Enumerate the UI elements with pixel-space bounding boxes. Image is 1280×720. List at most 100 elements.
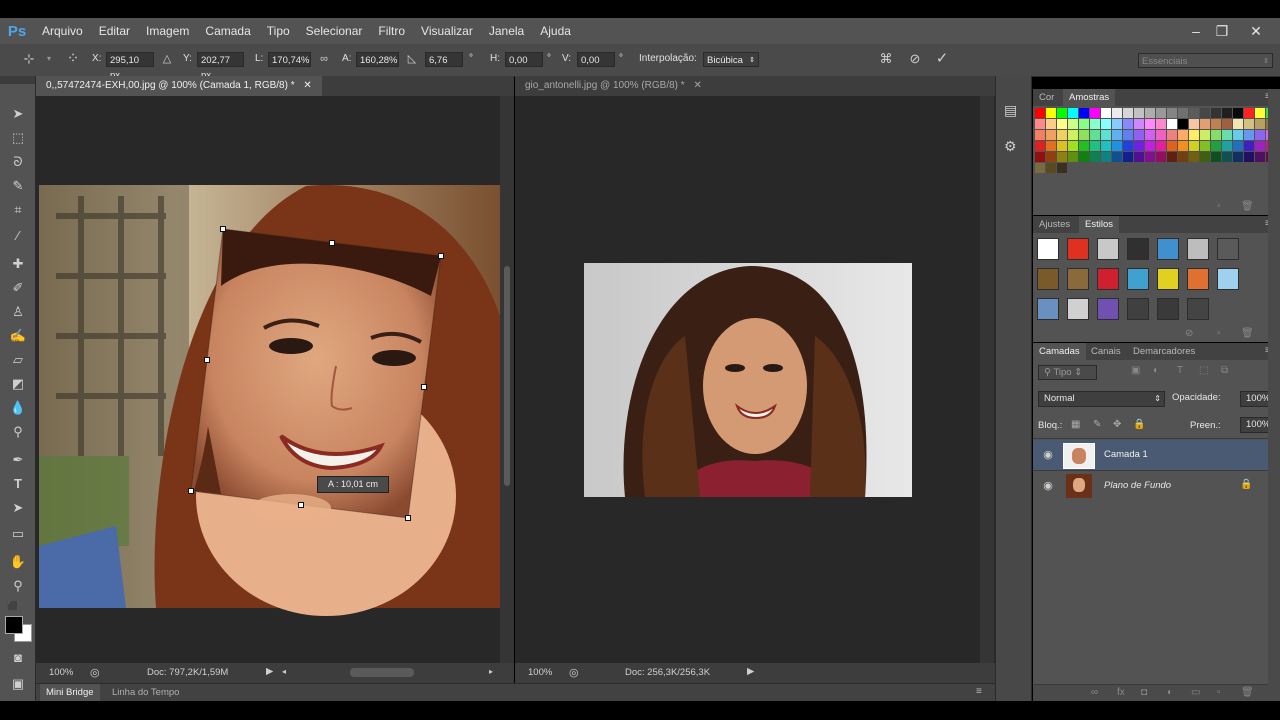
link-layers-icon[interactable]: ∞ — [1091, 687, 1098, 698]
menu-ajuda[interactable]: Ajuda — [532, 24, 579, 38]
color-swatch[interactable] — [1156, 130, 1166, 140]
color-swatch[interactable] — [1167, 119, 1177, 129]
color-swatch[interactable] — [1233, 152, 1243, 162]
color-swatch[interactable] — [1222, 108, 1232, 118]
color-swatch[interactable] — [1046, 119, 1056, 129]
layer-name-plano-de-fundo[interactable]: Plano de Fundo — [1104, 480, 1171, 491]
delete-style-icon[interactable]: 🗑 — [1241, 328, 1254, 339]
color-swatch[interactable] — [1068, 152, 1078, 162]
color-swatch[interactable] — [1222, 152, 1232, 162]
color-swatch[interactable] — [1233, 141, 1243, 151]
blur-tool-icon[interactable]: 💧 — [7, 398, 29, 418]
dodge-tool-icon[interactable]: ⚲ — [7, 422, 29, 442]
menu-imagem[interactable]: Imagem — [138, 24, 197, 38]
color-swatch[interactable] — [1057, 119, 1067, 129]
menu-editar[interactable]: Editar — [91, 24, 138, 38]
color-swatch[interactable] — [1211, 141, 1221, 151]
color-swatch[interactable] — [1211, 108, 1221, 118]
color-swatch[interactable] — [1101, 119, 1111, 129]
doc1-zoom[interactable]: 100% — [49, 667, 73, 678]
color-swatch[interactable] — [1211, 119, 1221, 129]
lasso-tool-icon[interactable]: ᘐ — [7, 152, 29, 172]
pen-tool-icon[interactable]: ✒ — [7, 450, 29, 470]
color-swatch[interactable] — [1244, 141, 1254, 151]
close-button[interactable]: ✕ — [1242, 18, 1270, 44]
color-swatch[interactable] — [1035, 108, 1045, 118]
transform-tool-icon[interactable]: ⊹ — [20, 50, 38, 68]
color-swatch[interactable] — [1068, 119, 1078, 129]
color-swatch[interactable] — [1035, 163, 1045, 173]
color-swatch[interactable] — [1079, 119, 1089, 129]
panels-scroll-gutter[interactable] — [1268, 89, 1280, 701]
style-preset[interactable] — [1157, 268, 1179, 290]
doc2-status-icon[interactable]: ◎ — [569, 666, 579, 679]
filter-adjustment-icon[interactable]: ◐ — [1153, 365, 1159, 376]
mini-bridge-tab[interactable]: Mini Bridge — [40, 684, 100, 702]
filter-smart-icon[interactable]: ⧉ — [1221, 365, 1228, 376]
style-preset[interactable] — [1157, 238, 1179, 260]
menu-arquivo[interactable]: Arquivo — [34, 24, 91, 38]
color-swatch[interactable] — [1200, 119, 1210, 129]
style-preset[interactable] — [1217, 238, 1239, 260]
color-swatch[interactable] — [1057, 108, 1067, 118]
color-swatch[interactable] — [1167, 141, 1177, 151]
color-swatch[interactable] — [1211, 130, 1221, 140]
color-swatch[interactable] — [1046, 152, 1056, 162]
style-preset[interactable] — [1127, 268, 1149, 290]
color-swatch[interactable] — [1189, 108, 1199, 118]
menu-filtro[interactable]: Filtro — [370, 24, 413, 38]
doc2-canvas[interactable] — [515, 96, 995, 663]
color-swatch[interactable] — [1167, 130, 1177, 140]
layer-row-plano-de-fundo[interactable]: ◉ Plano de Fundo 🔒 — [1033, 470, 1268, 500]
menu-selecionar[interactable]: Selecionar — [298, 24, 371, 38]
color-swatch[interactable] — [1101, 152, 1111, 162]
healing-brush-tool-icon[interactable]: ✚ — [7, 254, 29, 274]
doc1-canvas[interactable]: A : 10,01 cm — [36, 96, 500, 663]
color-swatch[interactable] — [1101, 141, 1111, 151]
properties-panel-icon[interactable]: ⚙ — [1004, 138, 1017, 155]
color-swatch[interactable] — [1057, 130, 1067, 140]
color-swatch[interactable] — [1255, 130, 1265, 140]
restore-button[interactable]: ❐ — [1208, 18, 1236, 44]
doc2-tab[interactable]: gio_antonelli.jpg @ 100% (RGB/8) * ✕ — [515, 76, 712, 96]
transform-handle-right[interactable] — [421, 384, 427, 390]
bottom-panel-menu-icon[interactable]: ≡ — [976, 686, 982, 697]
style-preset[interactable] — [1067, 298, 1089, 320]
color-swatch[interactable] — [1068, 130, 1078, 140]
type-tool-icon[interactable]: T — [7, 474, 29, 494]
color-swatch[interactable] — [1046, 163, 1056, 173]
default-colors-icon[interactable]: ⬛ — [2, 596, 24, 616]
eyedropper-tool-icon[interactable]: ⁄ — [7, 226, 29, 246]
color-swatch[interactable] — [1200, 108, 1210, 118]
path-selection-tool-icon[interactable]: ➤ — [7, 498, 29, 518]
style-preset[interactable] — [1187, 268, 1209, 290]
color-swatch[interactable] — [1222, 141, 1232, 151]
visibility-eye-icon[interactable]: ◉ — [1041, 448, 1055, 462]
color-swatch[interactable] — [1035, 141, 1045, 151]
doc1-status-icon[interactable]: ◎ — [90, 666, 100, 679]
delete-swatch-icon[interactable]: 🗑 — [1241, 201, 1254, 212]
color-swatch[interactable] — [1035, 119, 1045, 129]
color-swatch[interactable] — [1046, 130, 1056, 140]
color-swatch[interactable] — [1145, 108, 1155, 118]
gradient-tool-icon[interactable]: ◩ — [7, 374, 29, 394]
new-swatch-icon[interactable]: ▫ — [1217, 201, 1221, 212]
doc1-tab[interactable]: 0,,57472474-EXH,00.jpg @ 100% (Camada 1,… — [36, 76, 322, 96]
doc1-status-menu-icon[interactable]: ▶ — [266, 666, 273, 677]
color-swatch[interactable] — [1123, 130, 1133, 140]
history-brush-tool-icon[interactable]: ✍ — [7, 326, 29, 346]
tab-swatches[interactable]: Amostras — [1063, 89, 1116, 106]
color-swatch[interactable] — [1244, 108, 1254, 118]
new-style-icon[interactable]: ▫ — [1217, 328, 1221, 339]
hand-tool-icon[interactable]: ✋ — [7, 552, 29, 572]
eraser-tool-icon[interactable]: ▱ — [7, 350, 29, 370]
lock-transparent-icon[interactable]: ▦ — [1071, 419, 1080, 430]
color-swatch[interactable] — [1233, 119, 1243, 129]
color-swatch[interactable] — [1134, 119, 1144, 129]
color-swatch[interactable] — [1134, 152, 1144, 162]
color-swatch[interactable] — [1068, 141, 1078, 151]
layer-kind-filter[interactable]: ⚲ Tipo ⇕ — [1038, 365, 1097, 380]
style-preset[interactable] — [1037, 238, 1059, 260]
doc2-zoom[interactable]: 100% — [528, 667, 552, 678]
tab-color[interactable]: Cor — [1033, 89, 1060, 106]
